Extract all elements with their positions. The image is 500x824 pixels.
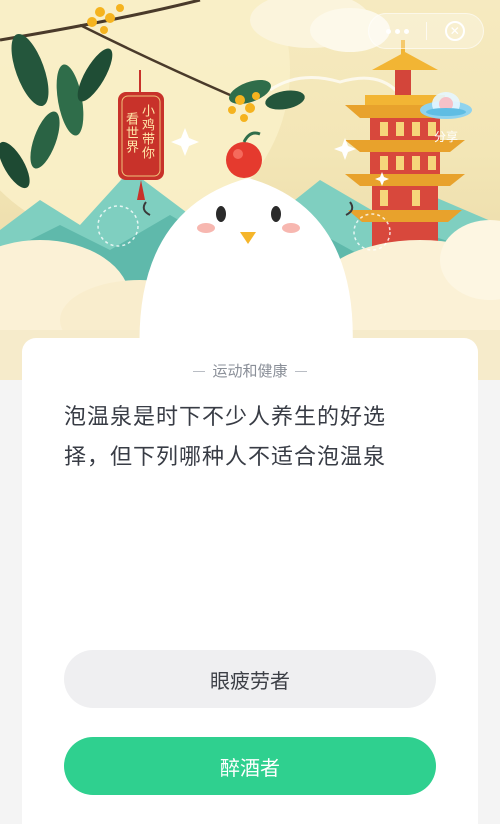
answer-option-2-label: 醉酒者 <box>220 755 280 780</box>
more-dots-icon[interactable] <box>369 14 426 48</box>
share-button[interactable]: 分享 <box>416 84 488 146</box>
tag-text-line1: 小鸡带你 <box>139 104 154 160</box>
category-dash-left <box>193 371 206 372</box>
close-circle-icon[interactable]: ✕ <box>426 14 483 48</box>
category-dash-right <box>294 371 307 372</box>
answer-option-1-label: 眼疲劳者 <box>210 668 290 693</box>
scene-art <box>0 0 500 380</box>
category-label: 运动和健康 <box>22 360 478 381</box>
header-illustration: 小鸡带你 看世界 分享 ✕ <box>0 0 500 380</box>
mini-program-capsule: ✕ <box>368 13 484 49</box>
question-text: 泡温泉是时下不少人养生的好选择，但下列哪种人不适合泡温泉 <box>64 405 387 470</box>
ufo-share-icon <box>420 92 472 119</box>
share-label: 分享 <box>434 130 459 144</box>
category-text: 运动和健康 <box>212 362 288 380</box>
tag-text-line2: 看世界 <box>123 112 138 154</box>
answer-option-1[interactable]: 眼疲劳者 <box>64 650 436 708</box>
answer-option-2[interactable]: 醉酒者 <box>64 737 436 795</box>
